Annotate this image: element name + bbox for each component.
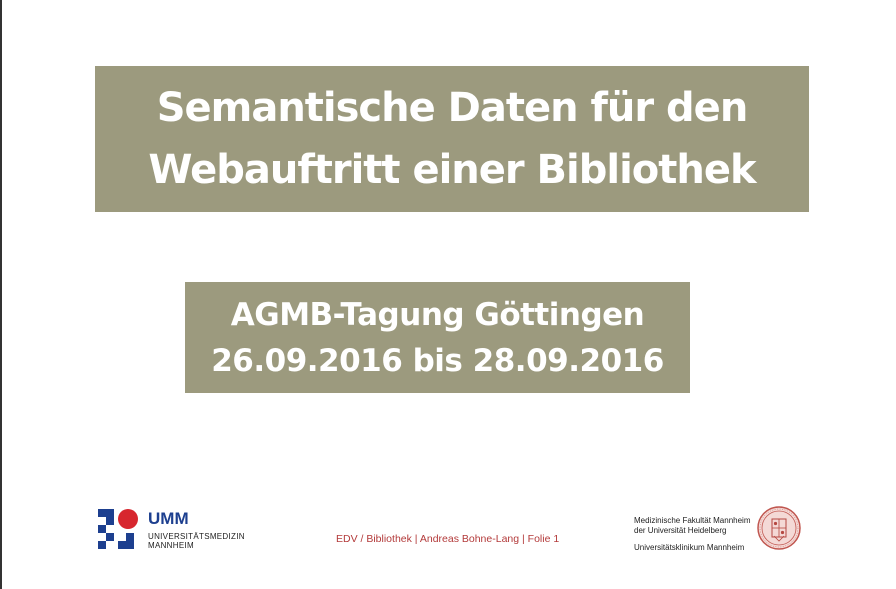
heidelberg-affiliation: Medizinische Fakultät Mannheim der Unive… [634,516,751,553]
slide-footer: EDV / Bibliothek | Andreas Bohne-Lang | … [336,533,560,545]
affiliation-line-1: Medizinische Fakultät Mannheim [634,516,751,525]
title-line-1: Semantische Daten für den [156,85,749,131]
affiliation-line-2: der Universität Heidelberg [634,526,727,535]
title-line-2: Webauftritt einer Bibliothek [148,147,756,193]
subtitle-line-2: 26.09.2016 bis 28.09.2016 [211,342,664,379]
umm-logo: UMM UNIVERSITÄTSMEDIZIN MANNHEIM [98,505,248,553]
title-box: Semantische Daten für den Webauftritt ei… [95,66,809,212]
umm-sub-line-2: MANNHEIM [148,541,194,550]
slide-left-border [0,0,2,589]
subtitle-box: AGMB-Tagung Göttingen 26.09.2016 bis 28.… [185,282,690,393]
umm-sub-line-1: UNIVERSITÄTSMEDIZIN [148,532,245,541]
clinic-name: Universitätsklinikum Mannheim [634,543,745,552]
umm-logo-subtitle: UNIVERSITÄTSMEDIZIN MANNHEIM [148,532,245,550]
umm-logo-name: UMM [148,509,189,528]
university-seal-icon [757,506,801,550]
subtitle-line-1: AGMB-Tagung Göttingen [230,296,645,333]
umm-logo-icon [98,509,138,549]
